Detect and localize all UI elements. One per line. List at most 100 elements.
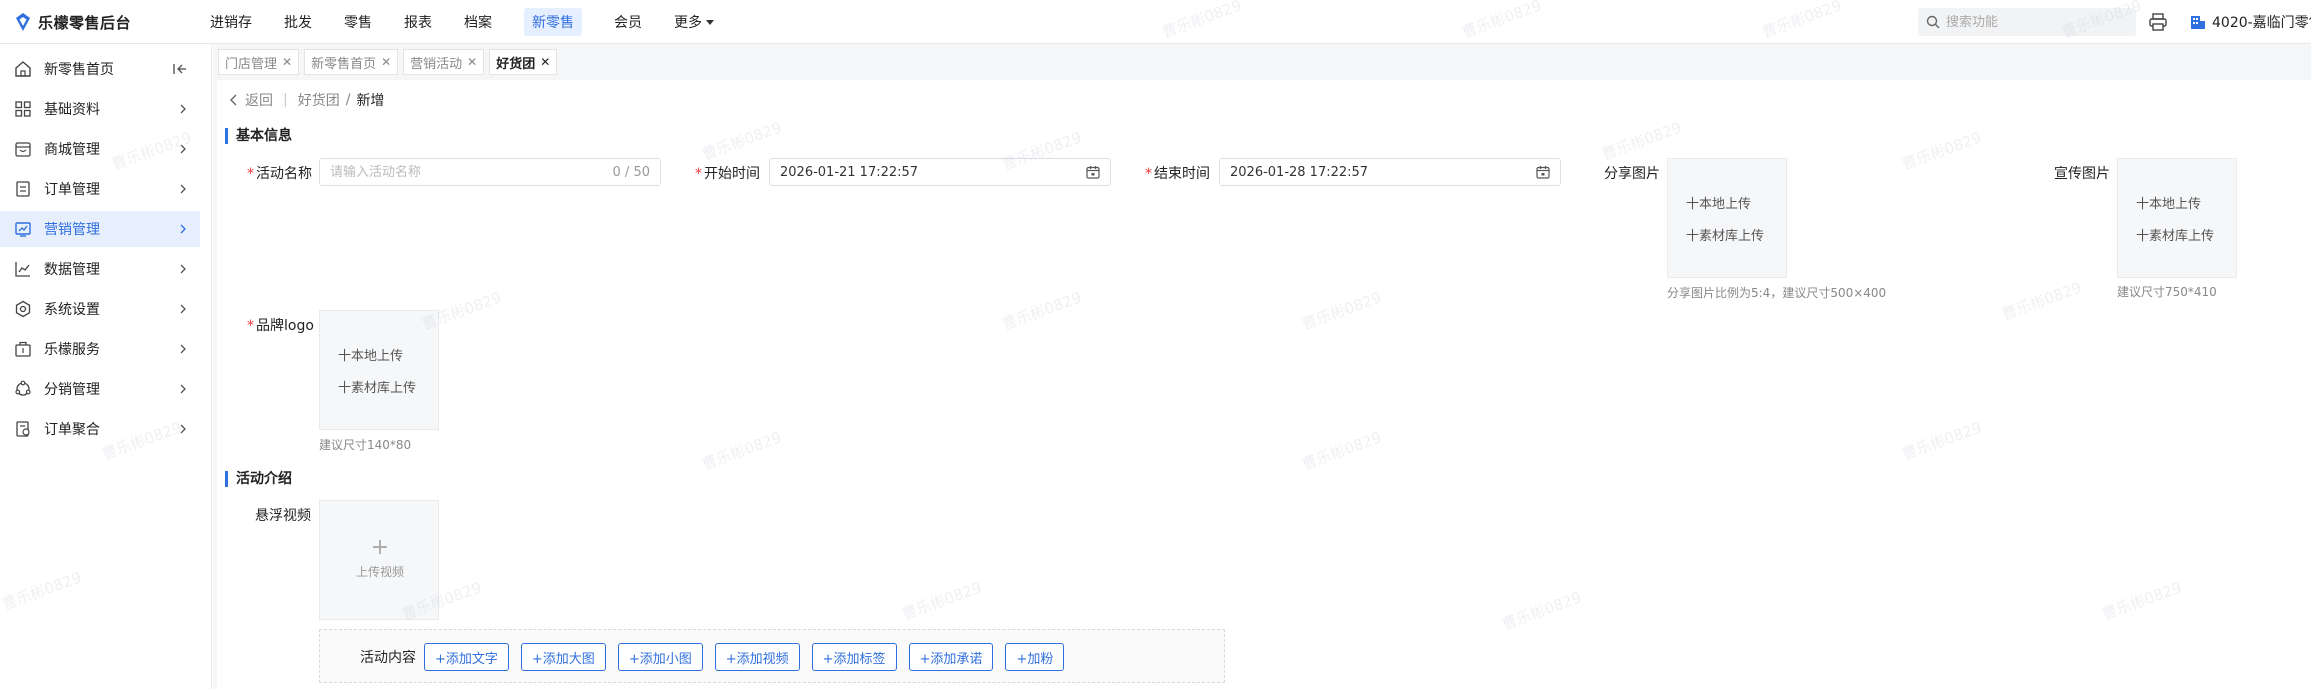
add-large-image-button[interactable]: +添加大图 <box>520 643 606 671</box>
topnav-item-inventory[interactable]: 进销存 <box>200 0 262 44</box>
calendar-icon[interactable] <box>1086 165 1100 179</box>
topnav-item-more[interactable]: 更多 <box>664 0 724 44</box>
share-image-label: 分享图片 <box>1604 166 1660 182</box>
label-text: 品牌logo <box>256 318 314 334</box>
grid-icon <box>15 101 31 117</box>
required-mark: * <box>695 166 702 182</box>
chevron-left-icon[interactable] <box>229 94 239 106</box>
sidebar-item-distribution[interactable]: 分销管理 <box>0 371 200 407</box>
topnav-item-reports[interactable]: 报表 <box>394 0 442 44</box>
required-mark: * <box>247 318 254 334</box>
service-icon <box>15 341 31 357</box>
activity-name-label: * 活动名称 <box>247 163 312 183</box>
brand-logo-upload: 十本地上传 十素材库上传 <box>319 310 439 430</box>
upload-library-button[interactable]: 十素材库上传 <box>338 377 416 396</box>
upload-library-button[interactable]: 十素材库上传 <box>2136 225 2214 244</box>
start-time-value: 2026-01-21 17:22:57 <box>780 164 919 180</box>
marketing-icon <box>15 222 31 237</box>
sidebar-item-label: 营销管理 <box>44 222 100 238</box>
tab-good-goods-group[interactable]: 好货团 ✕ <box>489 49 558 75</box>
topnav-item-archives[interactable]: 档案 <box>454 0 502 44</box>
upload-library-button[interactable]: 十素材库上传 <box>1686 225 1764 244</box>
top-bar: 乐檬零售后台 进销存 批发 零售 报表 档案 新零售 会员 更多 4020-嘉临… <box>0 0 2311 44</box>
activity-name-field[interactable]: 0 / 50 <box>319 158 661 186</box>
upload-local-button[interactable]: 十本地上传 <box>1686 193 1751 212</box>
end-time-label: * 结束时间 <box>1145 163 1210 183</box>
start-time-label: * 开始时间 <box>695 163 760 183</box>
brand-logo-label: * 品牌logo <box>247 315 314 335</box>
close-icon[interactable]: ✕ <box>282 55 292 69</box>
topnav-item-members[interactable]: 会员 <box>604 0 652 44</box>
sidebar-item-label: 基础资料 <box>44 102 100 118</box>
app-logo[interactable]: 乐檬零售后台 <box>14 12 131 32</box>
sidebar-item-service[interactable]: 乐檬服务 <box>0 331 200 367</box>
share-image-hint: 分享图片比例为5:4，建议尺寸500×400 <box>1667 286 1887 300</box>
sidebar-item-label: 新零售首页 <box>44 62 114 78</box>
sidebar-item-label: 数据管理 <box>44 262 100 278</box>
required-mark: * <box>1145 166 1152 182</box>
tab-new-retail-home[interactable]: 新零售首页 ✕ <box>304 49 399 75</box>
chevron-right-icon <box>180 304 186 314</box>
upload-video-text: 上传视频 <box>355 565 404 579</box>
top-nav: 进销存 批发 零售 报表 档案 新零售 会员 更多 <box>200 0 736 44</box>
add-promise-button[interactable]: +添加承诺 <box>908 643 994 671</box>
close-icon[interactable]: ✕ <box>381 55 391 69</box>
printer-icon[interactable] <box>2148 12 2168 32</box>
sidebar-item-label: 分销管理 <box>44 382 100 398</box>
calendar-icon[interactable] <box>1536 165 1550 179</box>
end-time-value: 2026-01-28 17:22:57 <box>1230 164 1369 180</box>
tab-store-management[interactable]: 门店管理 ✕ <box>218 49 300 75</box>
sidebar-item-settings[interactable]: 系统设置 <box>0 291 200 327</box>
topnav-label: 零售 <box>344 15 372 31</box>
store-selector[interactable]: 4020-嘉临门零售 <box>2190 12 2311 32</box>
breadcrumb-separator: / <box>345 92 351 108</box>
sidebar-item-mall[interactable]: 商城管理 <box>0 131 200 167</box>
chevron-right-icon <box>180 384 186 394</box>
section-title-intro: 活动介绍 <box>225 471 292 487</box>
sidebar-item-new-retail-home[interactable]: 新零售首页 <box>0 51 200 87</box>
promo-image-hint: 建议尺寸750*410 <box>2117 285 2217 299</box>
add-small-image-button[interactable]: +添加小图 <box>617 643 703 671</box>
sidebar-item-label: 乐檬服务 <box>44 342 100 358</box>
sidebar-item-order-aggregate[interactable]: 订单聚合 <box>0 411 200 447</box>
sidebar-item-label: 订单管理 <box>44 182 100 198</box>
topnav-label: 批发 <box>284 15 312 31</box>
add-video-button[interactable]: +添加视频 <box>714 643 800 671</box>
sidebar-item-basic-data[interactable]: 基础资料 <box>0 91 200 127</box>
breadcrumb-current: 新增 <box>356 93 385 109</box>
upload-local-button[interactable]: 十本地上传 <box>338 345 403 364</box>
tab-label: 新零售首页 <box>311 56 377 72</box>
add-tag-button[interactable]: +添加标签 <box>811 643 897 671</box>
breadcrumb-divider: | <box>283 92 288 108</box>
back-link[interactable]: 返回 <box>245 90 273 110</box>
close-icon[interactable]: ✕ <box>540 55 550 69</box>
breadcrumb: 返回 | 好货团 / 新增 <box>229 90 384 110</box>
settings-icon <box>15 300 31 318</box>
topnav-item-wholesale[interactable]: 批发 <box>274 0 322 44</box>
video-upload[interactable]: + 上传视频 <box>319 500 439 620</box>
tab-marketing-activity[interactable]: 营销活动 ✕ <box>403 49 485 75</box>
add-fans-button[interactable]: +加粉 <box>1005 643 1065 671</box>
distribution-icon <box>15 380 31 396</box>
upload-local-button[interactable]: 十本地上传 <box>2136 193 2201 212</box>
brand-logo-hint: 建议尺寸140*80 <box>319 438 412 452</box>
topnav-item-new-retail[interactable]: 新零售 <box>514 0 592 44</box>
start-time-picker[interactable]: 2026-01-21 17:22:57 <box>769 158 1111 186</box>
sidebar-item-marketing[interactable]: 营销管理 <box>0 211 200 247</box>
activity-content-label: 活动内容 <box>360 650 416 666</box>
app-title: 乐檬零售后台 <box>38 13 132 32</box>
breadcrumb-parent[interactable]: 好货团 <box>298 90 340 110</box>
tab-label: 营销活动 <box>410 56 463 72</box>
promo-image-label: 宣传图片 <box>2054 166 2110 182</box>
search-input[interactable] <box>1946 14 2116 30</box>
store-icon <box>2191 16 2205 29</box>
topnav-item-retail[interactable]: 零售 <box>334 0 382 44</box>
chevron-right-icon <box>180 424 186 434</box>
activity-name-input[interactable] <box>330 164 613 180</box>
add-text-button[interactable]: +添加文字 <box>424 643 509 671</box>
sidebar-item-data[interactable]: 数据管理 <box>0 251 200 287</box>
sidebar-item-orders[interactable]: 订单管理 <box>0 171 200 207</box>
search-box[interactable] <box>1918 8 2136 36</box>
close-icon[interactable]: ✕ <box>467 55 477 69</box>
end-time-picker[interactable]: 2026-01-28 17:22:57 <box>1219 158 1561 186</box>
